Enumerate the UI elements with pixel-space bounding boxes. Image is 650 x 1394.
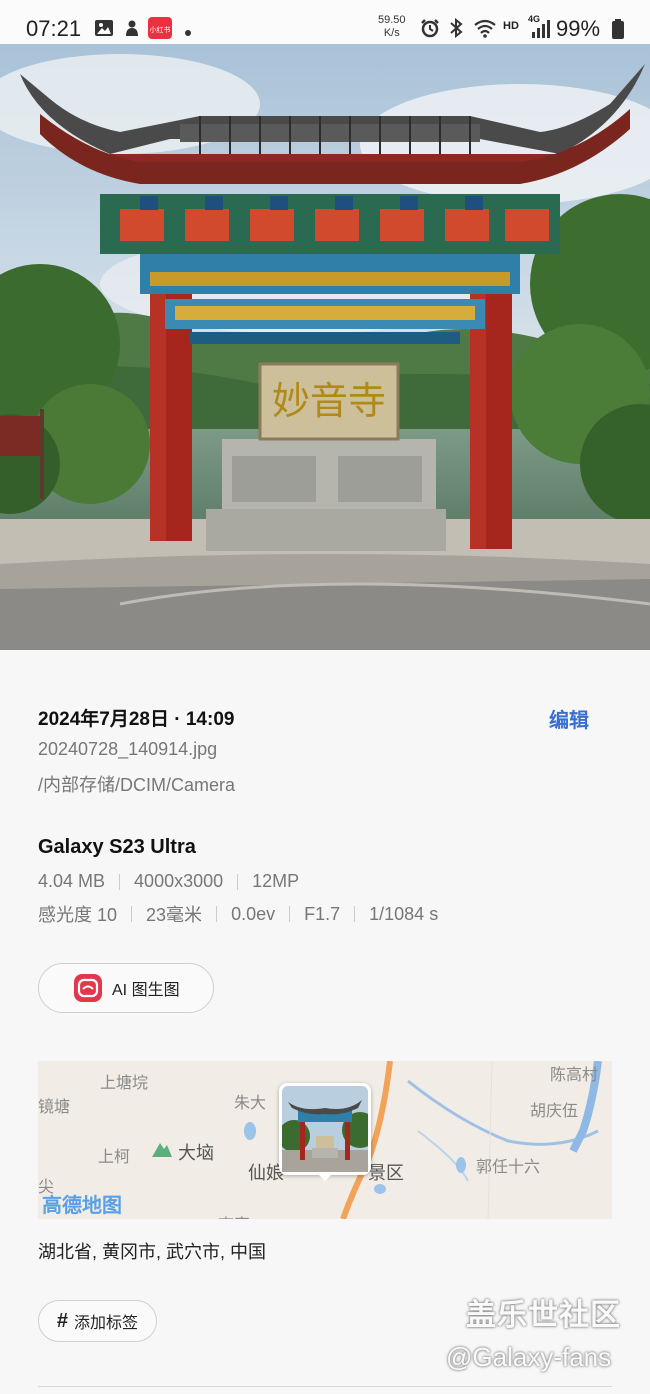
aperture: F1.7	[304, 903, 341, 924]
file-path: /内部存储/DCIM/Camera	[38, 775, 236, 795]
watermark-community: 盖乐世社区	[466, 1299, 621, 1332]
exposure-specs-row: 感光度 10 23毫米 0.0ev F1.7 1/1084 s	[38, 901, 438, 927]
photo-preview[interactable]: 妙音寺	[0, 44, 650, 650]
map-label: 大垴	[178, 1143, 214, 1163]
resolution: 4000x3000	[134, 871, 224, 891]
pin-thumbnail	[282, 1086, 368, 1172]
app-notification-icon	[122, 18, 142, 43]
spec-separator	[131, 906, 133, 922]
battery-icon	[611, 19, 625, 44]
battery-percentage: 99%	[556, 16, 601, 41]
exposure-value: 0.0ev	[231, 903, 276, 924]
xiaohongshu-icon: 小红书	[148, 17, 172, 44]
signal-icon	[530, 20, 550, 43]
add-tag-button[interactable]: # 添加标签	[38, 1300, 157, 1342]
map-label: 朱大	[234, 1095, 267, 1112]
focal-length: 23毫米	[146, 905, 203, 925]
gallery-notification-icon	[94, 18, 114, 43]
map-label: 李家	[218, 1211, 250, 1219]
bluetooth-icon	[449, 17, 463, 43]
ai-generate-icon	[74, 974, 102, 1002]
megapixels: 12MP	[252, 871, 300, 891]
edit-button[interactable]: 编辑	[549, 704, 589, 733]
watermark-handle: @Galaxy-fans	[446, 1342, 612, 1372]
alarm-icon	[420, 18, 440, 43]
hd-voice-indicator: HD	[503, 20, 519, 32]
location-address: 湖北省, 黄冈市, 武穴市, 中国	[38, 1242, 267, 1262]
spec-separator	[216, 906, 218, 922]
pin-pointer	[317, 1173, 333, 1181]
iso: 感光度 10	[38, 905, 118, 925]
section-divider	[38, 1386, 612, 1387]
status-time: 07:21	[26, 16, 82, 41]
hashtag-icon: #	[56, 1309, 69, 1332]
location-map[interactable]: 上塘垸 镜塘 朱大 陈高村 胡庆伍 上柯 大垴 仙娘 景区 郭任十六 尖 李家 …	[38, 1061, 612, 1219]
temple-sign-text: 妙音寺	[272, 379, 386, 423]
network-speed: 59.50 K/s	[378, 14, 406, 39]
map-label: 镜塘	[38, 1099, 71, 1116]
ai-button-label: AI 图生图	[112, 982, 180, 999]
shutter-speed: 1/1084 s	[369, 903, 439, 924]
more-notifications-dot-icon	[184, 24, 192, 42]
mountain-icon	[150, 1139, 174, 1164]
spec-separator	[289, 906, 291, 922]
spec-separator	[119, 873, 121, 890]
photo-location-pin[interactable]	[279, 1083, 371, 1181]
camera-device-name: Galaxy S23 Ultra	[38, 836, 196, 858]
wifi-icon	[473, 18, 497, 43]
file-name: 20240728_140914.jpg	[38, 739, 218, 759]
map-label: 胡庆伍	[530, 1103, 579, 1120]
file-size: 4.04 MB	[38, 871, 106, 891]
ai-image-generate-button[interactable]: AI 图生图	[38, 963, 214, 1013]
map-provider-logo: 高德地图	[42, 1195, 122, 1217]
spec-separator	[354, 906, 356, 922]
image-specs-row: 4.04 MB 4000x3000 12MP	[38, 871, 299, 892]
photo-date-time: 2024年7月28日 · 14:09	[38, 709, 235, 730]
map-label: 上柯	[98, 1149, 131, 1166]
svg-text:小红书: 小红书	[150, 25, 171, 34]
temple-gate-photo: 妙音寺	[0, 44, 650, 650]
map-label: 景区	[368, 1163, 404, 1183]
map-label: 陈高村	[550, 1067, 599, 1084]
map-label: 郭任十六	[476, 1159, 541, 1176]
spec-separator	[237, 873, 239, 890]
map-label: 上塘垸	[100, 1075, 149, 1092]
add-tag-label: 添加标签	[74, 1315, 139, 1332]
